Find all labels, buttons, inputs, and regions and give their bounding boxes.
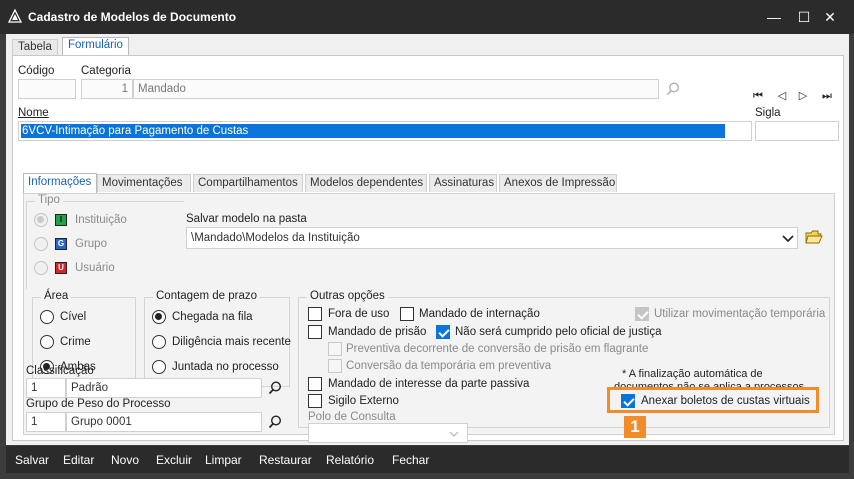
categoria-name-field[interactable]: Mandado xyxy=(133,79,659,99)
instituicao-icon: I xyxy=(55,214,67,226)
area-civel-label: Cível xyxy=(60,311,87,323)
sigla-label: Sigla xyxy=(755,107,781,119)
grupo-peso-name-field[interactable]: Grupo 0001 xyxy=(66,412,262,432)
grupo-peso-code-field[interactable]: 1 xyxy=(26,412,66,432)
categoria-search-icon[interactable] xyxy=(665,81,681,97)
chevron-down-icon[interactable] xyxy=(782,232,794,244)
tipo-usuario-radio[interactable] xyxy=(34,261,48,275)
mandado-internacao-checkbox[interactable] xyxy=(400,307,414,321)
grupo-peso-label: Grupo de Peso do Processo xyxy=(26,398,171,410)
area-title: Área xyxy=(41,290,72,302)
area-crime-label: Crime xyxy=(60,336,91,348)
tab-modelos-dependentes[interactable]: Modelos dependentes xyxy=(305,174,427,192)
callout-badge: 1 xyxy=(624,416,646,438)
contagem-title: Contagem de prazo xyxy=(153,290,261,302)
nome-field[interactable]: 6VCV-Intimação para Pagamento de Custas xyxy=(18,121,752,141)
limpar-button[interactable]: Limpar xyxy=(205,453,242,467)
classificacao-code-field[interactable]: 1 xyxy=(26,378,66,398)
nome-value: 6VCV-Intimação para Pagamento de Custas xyxy=(21,124,725,138)
mandado-interesse-label: Mandado de interesse da parte passiva xyxy=(328,378,530,390)
tab-anexos-impressao[interactable]: Anexos de Impressão xyxy=(499,174,617,192)
outras-title: Outras opções xyxy=(307,290,388,302)
contagem-diligencia-label: Diligência mais recente xyxy=(172,336,291,348)
mandado-prisao-checkbox[interactable] xyxy=(308,325,322,339)
grupo-peso-search-icon[interactable] xyxy=(267,414,283,430)
contagem-diligencia-radio[interactable] xyxy=(152,335,166,349)
sigilo-externo-label: Sigilo Externo xyxy=(328,395,399,407)
tab-informacoes[interactable]: Informações xyxy=(23,173,97,193)
nao-sera-cumprido-checkbox[interactable] xyxy=(436,325,450,339)
pasta-value: \Mandado\Modelos da Instituição xyxy=(191,232,360,244)
close-button[interactable]: ✕ xyxy=(820,8,840,26)
area-crime-radio[interactable] xyxy=(40,335,54,349)
tipo-usuario-label: Usuário xyxy=(75,262,115,274)
mandado-prisao-label: Mandado de prisão xyxy=(328,326,427,338)
salvar-button[interactable]: Salvar xyxy=(15,453,49,467)
folder-icon[interactable] xyxy=(805,228,823,246)
preventiva-decorrente-label: Preventiva decorrente de conversão de pr… xyxy=(346,343,649,355)
tipo-instituicao-label: Instituição xyxy=(75,214,127,226)
nome-label: Nome xyxy=(18,107,49,119)
maximize-button[interactable]: ☐ xyxy=(794,8,814,26)
tab-formulario[interactable]: Formulário xyxy=(62,37,129,57)
excluir-button[interactable]: Excluir xyxy=(156,453,192,467)
fora-de-uso-checkbox[interactable] xyxy=(308,307,322,321)
tab-compartilhamentos[interactable]: Compartilhamentos xyxy=(193,174,303,192)
classificacao-name-field[interactable]: Padrão xyxy=(66,378,262,398)
tab-tabela[interactable]: Tabela xyxy=(12,39,58,56)
categoria-code-field[interactable]: 1 xyxy=(81,79,133,99)
tipo-grupo-radio[interactable] xyxy=(34,237,48,251)
tab-assinaturas[interactable]: Assinaturas xyxy=(429,174,497,192)
title-bar: Cadastro de Modelos de Documento — ☐ ✕ xyxy=(0,0,854,34)
contagem-chegada-label: Chegada na fila xyxy=(172,311,253,323)
categoria-label: Categoria xyxy=(81,65,131,77)
editar-button[interactable]: Editar xyxy=(63,453,94,467)
tipo-title: Tipo xyxy=(35,194,63,206)
pasta-label: Salvar modelo na pasta xyxy=(186,213,307,225)
last-record-icon[interactable]: ⏭ xyxy=(819,88,835,104)
classificacao-label: Classificação xyxy=(26,365,94,377)
next-record-icon[interactable]: ▷ xyxy=(795,88,811,104)
minimize-button[interactable]: — xyxy=(764,8,784,26)
codigo-label: Código xyxy=(18,65,55,77)
contagem-juntada-radio[interactable] xyxy=(152,360,166,374)
first-record-icon[interactable]: ⏮ xyxy=(750,88,766,104)
contagem-juntada-label: Juntada no processo xyxy=(172,361,279,373)
tipo-grupo-label: Grupo xyxy=(75,238,107,250)
nao-sera-cumprido-label: Não será cumprido pelo oficial de justiç… xyxy=(455,326,662,338)
contagem-chegada-radio[interactable] xyxy=(152,310,166,324)
sigla-field[interactable] xyxy=(755,121,839,141)
tab-movimentacoes[interactable]: Movimentações xyxy=(97,174,191,192)
usuario-icon: U xyxy=(55,262,67,274)
grupo-icon: G xyxy=(55,238,67,250)
highlight-box xyxy=(607,387,819,413)
fechar-button[interactable]: Fechar xyxy=(392,453,429,467)
conversao-temporaria-checkbox[interactable] xyxy=(328,359,342,373)
polo-consulta-select[interactable] xyxy=(308,423,468,443)
utilizar-movimentacao-checkbox[interactable] xyxy=(635,307,649,321)
classificacao-search-icon[interactable] xyxy=(267,380,283,396)
tipo-instituicao-radio[interactable] xyxy=(34,213,48,227)
nota-line1: * A finalização automática de xyxy=(622,368,763,380)
fora-de-uso-label: Fora de uso xyxy=(328,308,390,320)
action-bar: Salvar Editar Novo Excluir Limpar Restau… xyxy=(6,446,849,473)
app-icon xyxy=(8,9,22,23)
prev-record-icon[interactable]: ◁ xyxy=(774,88,790,104)
mandado-interesse-checkbox[interactable] xyxy=(308,377,322,391)
area-civel-radio[interactable] xyxy=(40,310,54,324)
mandado-internacao-label: Mandado de internação xyxy=(419,308,540,320)
polo-consulta-label: Polo de Consulta xyxy=(308,411,396,423)
novo-button[interactable]: Novo xyxy=(111,453,139,467)
conversao-temporaria-label: Conversão da temporária em preventiva xyxy=(346,360,552,372)
sigilo-externo-checkbox[interactable] xyxy=(308,394,322,408)
relatorio-button[interactable]: Relatório xyxy=(326,453,374,467)
preventiva-decorrente-checkbox[interactable] xyxy=(328,342,342,356)
window-title: Cadastro de Modelos de Documento xyxy=(28,10,237,24)
utilizar-movimentacao-label: Utilizar movimentação temporária xyxy=(654,308,826,320)
restaurar-button[interactable]: Restaurar xyxy=(259,453,312,467)
pasta-select[interactable]: \Mandado\Modelos da Instituição xyxy=(186,227,798,249)
codigo-field[interactable] xyxy=(18,79,76,99)
polo-chevron-down-icon xyxy=(449,431,459,437)
